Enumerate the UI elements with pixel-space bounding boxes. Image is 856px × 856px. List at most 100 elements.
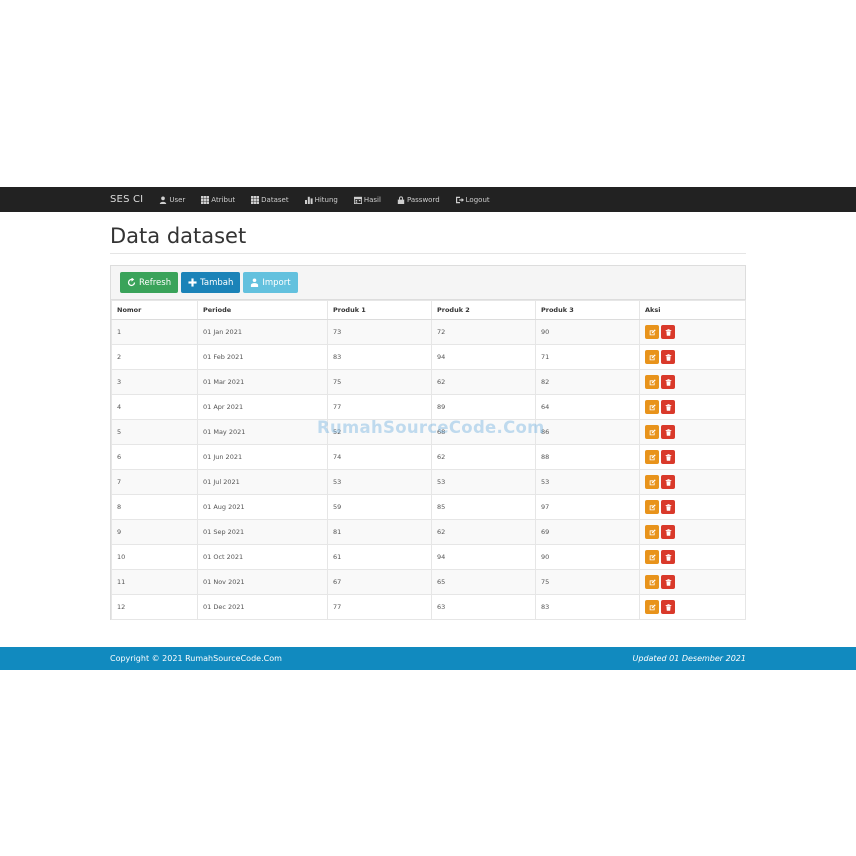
cell-aksi xyxy=(639,319,746,345)
delete-button[interactable] xyxy=(661,400,675,414)
delete-button[interactable] xyxy=(661,375,675,389)
edit-button[interactable] xyxy=(645,600,659,614)
refresh-button[interactable]: Refresh xyxy=(120,272,179,293)
edit-button[interactable] xyxy=(645,425,659,439)
edit-button[interactable] xyxy=(645,350,659,364)
import-button[interactable]: Import xyxy=(243,272,298,293)
delete-button[interactable] xyxy=(661,475,675,489)
table-row: 11 01 Nov 2021 67 65 75 xyxy=(111,569,746,595)
nav-item-label: Atribut xyxy=(211,195,236,204)
cell-aksi xyxy=(639,419,746,445)
page-title: Data dataset xyxy=(110,224,247,248)
trash-icon xyxy=(665,453,671,461)
cell-aksi xyxy=(639,444,746,470)
cell-periode: 01 Jun 2021 xyxy=(197,444,328,470)
edit-button[interactable] xyxy=(645,500,659,514)
edit-icon xyxy=(649,328,656,335)
cell-produk-2: 94 xyxy=(431,344,536,370)
nav-item-label: Logout xyxy=(465,195,490,204)
trash-icon xyxy=(665,428,671,436)
cell-produk-3: 69 xyxy=(535,519,640,545)
delete-button[interactable] xyxy=(661,600,675,614)
row-actions xyxy=(645,475,740,489)
trash-icon xyxy=(665,403,671,411)
row-actions xyxy=(645,525,740,539)
edit-button[interactable] xyxy=(645,475,659,489)
cell-produk-3: 64 xyxy=(535,394,640,420)
delete-button[interactable] xyxy=(661,350,675,364)
cell-produk-1: 73 xyxy=(327,319,432,345)
lock-icon xyxy=(397,195,405,204)
grid-icon xyxy=(251,195,260,204)
tambah-button[interactable]: Tambah xyxy=(181,272,241,293)
edit-button[interactable] xyxy=(645,400,659,414)
nav-item-dataset[interactable]: Dataset xyxy=(251,195,289,204)
nav-item-hasil[interactable]: Hasil xyxy=(353,195,381,204)
edit-icon xyxy=(649,603,656,610)
cell-aksi xyxy=(639,544,746,570)
nav-item-logout[interactable]: Logout xyxy=(455,195,490,204)
table-row: 3 01 Mar 2021 75 62 82 xyxy=(111,369,746,395)
navbar-brand[interactable]: SES CI xyxy=(110,194,143,205)
cell-produk-3: 90 xyxy=(535,544,640,570)
row-actions xyxy=(645,500,740,514)
delete-button[interactable] xyxy=(661,525,675,539)
table-row: 9 01 Sep 2021 81 62 69 xyxy=(111,519,746,545)
edit-button[interactable] xyxy=(645,575,659,589)
footer-copyright: Copyright © 2021 RumahSourceCode.Com xyxy=(110,654,282,663)
edit-button[interactable] xyxy=(645,325,659,339)
delete-button[interactable] xyxy=(661,550,675,564)
trash-icon xyxy=(665,353,671,361)
edit-button[interactable] xyxy=(645,550,659,564)
cell-aksi xyxy=(639,569,746,595)
row-actions xyxy=(645,350,740,364)
delete-button[interactable] xyxy=(661,425,675,439)
edit-button[interactable] xyxy=(645,525,659,539)
cell-produk-3: 75 xyxy=(535,569,640,595)
cell-produk-2: 65 xyxy=(431,569,536,595)
nav-item-atribut[interactable]: Atribut xyxy=(201,195,236,204)
nav-item-label: Hasil xyxy=(363,195,381,204)
cell-produk-1: 74 xyxy=(327,444,432,470)
cell-aksi xyxy=(639,394,746,420)
delete-button[interactable] xyxy=(661,450,675,464)
cell-periode: 01 Feb 2021 xyxy=(197,344,328,370)
grid-icon xyxy=(201,195,210,204)
dataset-table: Nomor Periode Produk 1 Produk 2 Produk 3… xyxy=(111,300,746,620)
header-nomor: Nomor xyxy=(111,300,198,320)
cell-produk-1: 77 xyxy=(327,594,432,620)
navbar-inner: SES CI User Atribut Dataset Hitung Hasil… xyxy=(110,187,506,212)
table-row: 6 01 Jun 2021 74 62 88 xyxy=(111,444,746,470)
cell-nomor: 10 xyxy=(111,544,198,570)
cell-nomor: 11 xyxy=(111,569,198,595)
cell-aksi xyxy=(639,494,746,520)
calendar-icon xyxy=(353,196,362,204)
cell-produk-1: 52 xyxy=(327,419,432,445)
edit-icon xyxy=(649,553,656,560)
nav-item-password[interactable]: Password xyxy=(397,196,440,204)
nav-item-user[interactable]: User xyxy=(159,196,185,204)
cell-produk-2: 89 xyxy=(431,394,536,420)
delete-button[interactable] xyxy=(661,325,675,339)
cell-periode: 01 Jul 2021 xyxy=(197,469,328,495)
cell-periode: 01 Dec 2021 xyxy=(197,594,328,620)
table-header-row: Nomor Periode Produk 1 Produk 2 Produk 3… xyxy=(111,300,746,320)
table-row: 10 01 Oct 2021 61 94 90 xyxy=(111,544,746,570)
import-label: Import xyxy=(262,277,291,288)
tambah-label: Tambah xyxy=(200,277,234,288)
cell-nomor: 3 xyxy=(111,369,198,395)
edit-button[interactable] xyxy=(645,450,659,464)
cell-nomor: 1 xyxy=(111,319,198,345)
row-actions xyxy=(645,575,740,589)
delete-button[interactable] xyxy=(661,575,675,589)
edit-icon xyxy=(649,378,656,385)
delete-button[interactable] xyxy=(661,500,675,514)
trash-icon xyxy=(665,503,671,511)
edit-button[interactable] xyxy=(645,375,659,389)
trash-icon xyxy=(665,603,671,611)
table-body: 1 01 Jan 2021 73 72 90 2 01 Feb 2021 83 94 71 3 01 … xyxy=(111,319,746,620)
cell-periode: 01 May 2021 xyxy=(197,419,328,445)
bar-chart-icon xyxy=(304,196,313,204)
nav-item-label: Hitung xyxy=(314,195,338,204)
nav-item-hitung[interactable]: Hitung xyxy=(304,195,338,204)
